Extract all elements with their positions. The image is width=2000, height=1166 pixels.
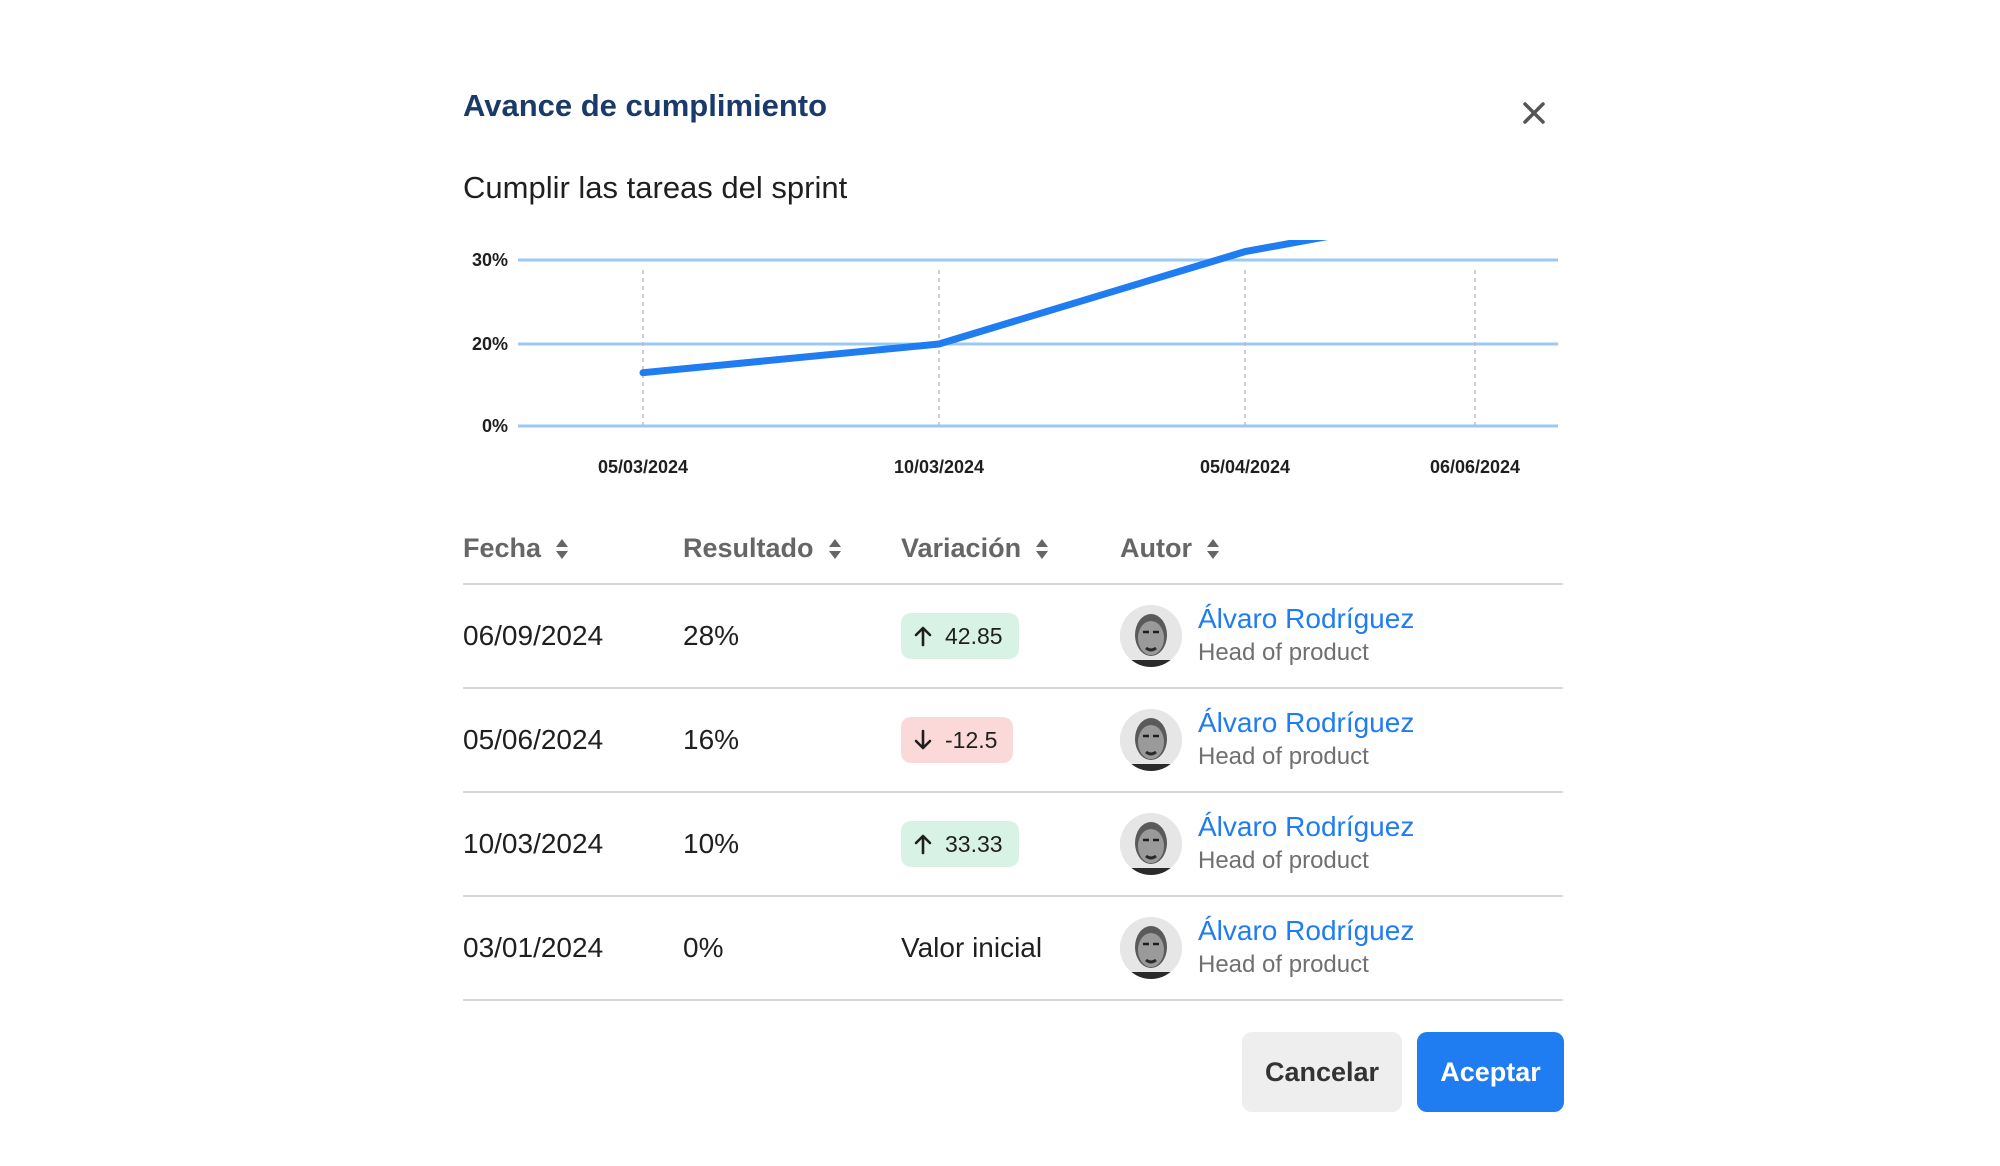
header-label-variacion: Variación bbox=[901, 533, 1022, 563]
arrow-up-icon bbox=[914, 626, 932, 647]
author-role: Head of product bbox=[1198, 639, 1369, 666]
cell-autor: Álvaro Rodríguez Head of product bbox=[1120, 689, 1414, 791]
avatar bbox=[1120, 605, 1182, 667]
header-label-fecha: Fecha bbox=[463, 533, 542, 563]
x-tick-label: 10/03/2024 bbox=[894, 457, 984, 477]
sort-icon bbox=[1206, 538, 1219, 559]
close-button[interactable] bbox=[1519, 98, 1549, 128]
cell-resultado: 0% bbox=[683, 932, 724, 963]
y-tick-label: 30% bbox=[472, 250, 508, 270]
cell-autor: Álvaro Rodríguez Head of product bbox=[1120, 793, 1414, 895]
sort-icon bbox=[828, 538, 841, 559]
cell-resultado: 28% bbox=[683, 620, 740, 651]
y-tick-label: 0% bbox=[482, 416, 508, 436]
table-row: 06/09/2024 28% 42.85 Álvaro Rodríguez He… bbox=[463, 585, 1563, 689]
variation-badge-down: -12.5 bbox=[901, 717, 1014, 763]
sort-icon bbox=[1036, 538, 1049, 559]
cell-autor: Álvaro Rodríguez Head of product bbox=[1120, 897, 1414, 999]
table-row: 05/06/2024 16% -12.5 Álvaro Rodríguez He… bbox=[463, 689, 1563, 793]
variation-badge-up: 33.33 bbox=[901, 821, 1019, 867]
x-tick-label: 05/03/2024 bbox=[598, 457, 688, 477]
y-tick-label: 20% bbox=[472, 334, 508, 354]
arrow-down-icon bbox=[914, 729, 932, 750]
header-label-autor: Autor bbox=[1120, 533, 1192, 563]
cell-resultado: 10% bbox=[683, 828, 740, 859]
arrow-up-icon bbox=[914, 834, 932, 855]
avatar bbox=[1120, 917, 1182, 979]
goal-title: Cumplir las tareas del sprint bbox=[463, 170, 848, 205]
cell-variacion: 42.85 bbox=[901, 585, 1019, 687]
avatar bbox=[1120, 709, 1182, 771]
cell-fecha: 06/09/2024 bbox=[463, 620, 604, 651]
cell-variacion: 33.33 bbox=[901, 793, 1019, 895]
table-row: 03/01/2024 0% Valor inicial Álvaro Rodrí… bbox=[463, 897, 1563, 1001]
progress-dialog: Avance de cumplimiento Cumplir las tarea… bbox=[463, 0, 1564, 1166]
table-row: 10/03/2024 10% 33.33 Álvaro Rodríguez He… bbox=[463, 793, 1563, 897]
variation-value: 42.85 bbox=[945, 622, 1003, 649]
sort-autor-header[interactable]: Autor bbox=[1120, 533, 1220, 564]
sort-resultado-header[interactable]: Resultado bbox=[683, 533, 842, 564]
variation-value: -12.5 bbox=[945, 726, 998, 753]
author-role: Head of product bbox=[1198, 951, 1369, 978]
cell-variacion-initial: Valor inicial bbox=[901, 932, 1043, 963]
close-icon bbox=[1523, 102, 1545, 124]
dialog-title: Avance de cumplimiento bbox=[463, 88, 828, 123]
progress-table: Fecha Resultado Variación Autor 06/09/20… bbox=[463, 525, 1563, 1001]
accept-button[interactable]: Aceptar bbox=[1417, 1032, 1564, 1112]
cell-fecha: 05/06/2024 bbox=[463, 724, 604, 755]
avatar bbox=[1120, 813, 1182, 875]
table-header: Fecha Resultado Variación Autor bbox=[463, 525, 1563, 585]
author-name-link[interactable]: Álvaro Rodríguez bbox=[1198, 914, 1414, 948]
progress-line-chart: 0% 20% 30% 05/03/2024 10/03/2024 05/04/2024 06… bbox=[472, 240, 1558, 477]
author-name-link[interactable]: Álvaro Rodríguez bbox=[1198, 602, 1414, 636]
header-label-resultado: Resultado bbox=[683, 533, 814, 563]
sort-fecha-header[interactable]: Fecha bbox=[463, 533, 569, 564]
author-role: Head of product bbox=[1198, 847, 1369, 874]
variation-badge-up: 42.85 bbox=[901, 613, 1019, 659]
author-role: Head of product bbox=[1198, 743, 1369, 770]
author-name-link[interactable]: Álvaro Rodríguez bbox=[1198, 706, 1414, 740]
variation-value: 33.33 bbox=[945, 830, 1003, 857]
cell-fecha: 03/01/2024 bbox=[463, 932, 604, 963]
x-tick-label: 05/04/2024 bbox=[1200, 457, 1290, 477]
cell-autor: Álvaro Rodríguez Head of product bbox=[1120, 585, 1414, 687]
cell-fecha: 10/03/2024 bbox=[463, 828, 604, 859]
cancel-button[interactable]: Cancelar bbox=[1242, 1032, 1402, 1112]
sort-icon bbox=[556, 538, 569, 559]
cell-variacion: -12.5 bbox=[901, 689, 1014, 791]
sort-variacion-header[interactable]: Variación bbox=[901, 533, 1049, 564]
cell-resultado: 16% bbox=[683, 724, 740, 755]
author-name-link[interactable]: Álvaro Rodríguez bbox=[1198, 810, 1414, 844]
x-tick-label: 06/06/2024 bbox=[1430, 457, 1520, 477]
